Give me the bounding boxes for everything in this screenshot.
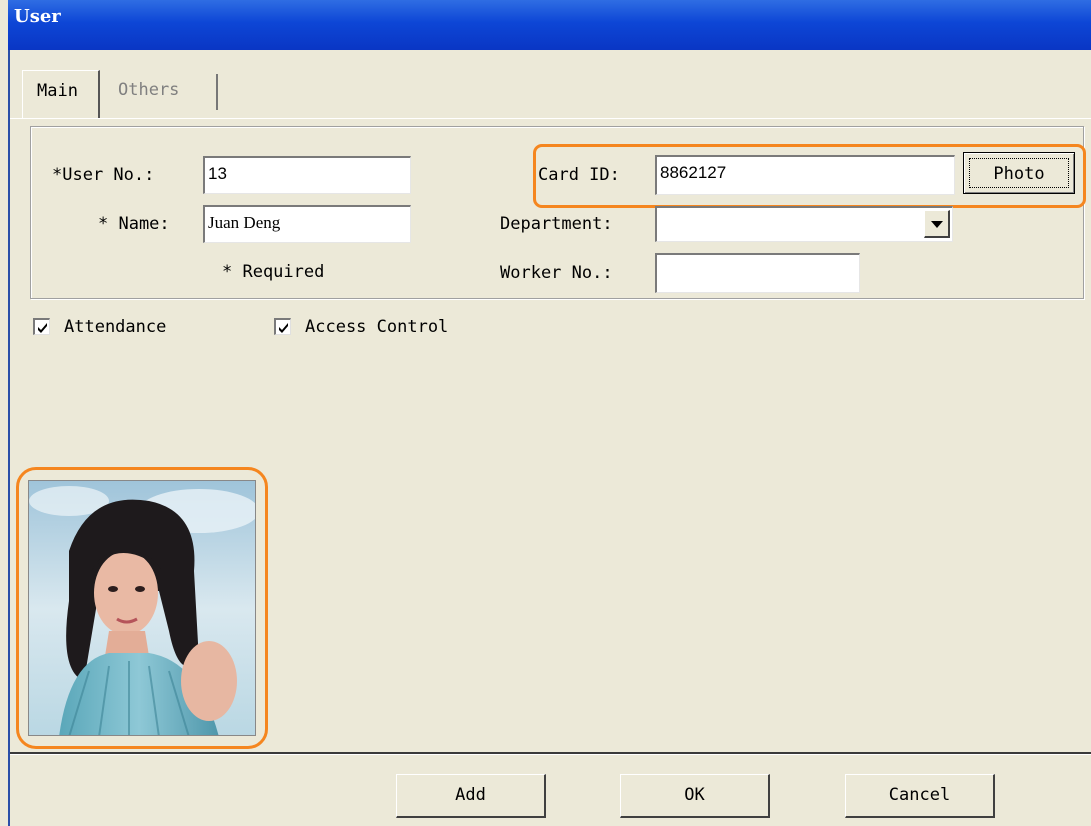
ok-button[interactable]: OK	[620, 774, 770, 818]
required-note: * Required	[222, 262, 325, 282]
chevron-down-icon[interactable]	[924, 210, 950, 238]
title-bar[interactable]: User	[8, 0, 1091, 50]
department-select[interactable]	[655, 206, 953, 242]
footer-divider-highlight	[10, 754, 1091, 755]
photo-button-label: Photo	[969, 158, 1069, 188]
attendance-label: Attendance	[64, 317, 167, 337]
tab-others-label: Others	[118, 80, 180, 100]
checkmark-icon	[38, 323, 47, 333]
tab-main-label: Main	[37, 81, 78, 101]
checkmark-icon	[279, 323, 288, 333]
tab-divider	[10, 118, 1091, 119]
tab-strip: Main Others	[10, 50, 1091, 119]
window-title: User	[14, 6, 61, 27]
photo-button[interactable]: Photo	[963, 152, 1075, 194]
user-no-field[interactable]: 13	[203, 156, 411, 194]
cancel-button[interactable]: Cancel	[845, 774, 995, 818]
tab-others[interactable]: Others	[106, 74, 218, 110]
portrait-image	[29, 481, 255, 735]
worker-no-label: Worker No.:	[500, 263, 613, 283]
department-label: Department:	[500, 214, 613, 234]
name-label: * Name:	[98, 214, 170, 234]
window-border	[8, 50, 10, 826]
card-id-field[interactable]: 8862127	[655, 155, 955, 195]
card-id-label: Card ID:	[538, 165, 620, 185]
access-control-checkbox[interactable]	[274, 318, 291, 335]
access-control-label: Access Control	[305, 317, 449, 337]
add-button[interactable]: Add	[396, 774, 546, 818]
user-no-label: *User No.:	[52, 165, 155, 185]
name-field[interactable]: Juan Deng	[203, 205, 411, 243]
worker-no-field[interactable]	[655, 253, 860, 293]
tab-main[interactable]: Main	[22, 70, 100, 119]
attendance-checkbox[interactable]	[33, 318, 50, 335]
user-photo	[28, 480, 256, 736]
